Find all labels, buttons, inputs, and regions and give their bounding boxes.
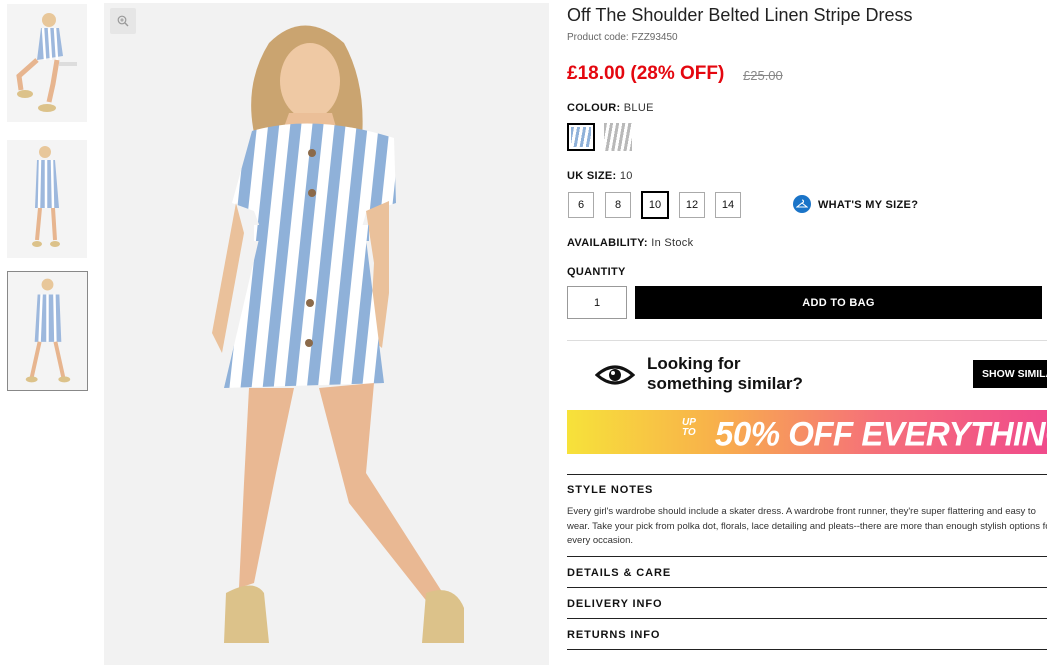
- product-info-panel: Off The Shoulder Belted Linen Stripe Dre…: [567, 0, 1047, 665]
- colour-value: BLUE: [623, 102, 654, 114]
- swatch-blue[interactable]: [567, 123, 595, 151]
- hanger-icon[interactable]: [793, 195, 811, 213]
- add-to-bag-button[interactable]: ADD TO BAG: [635, 286, 1042, 319]
- thumbnail-1[interactable]: [7, 4, 87, 122]
- size-label-text: UK SIZE:: [567, 170, 617, 182]
- model-photo: [104, 3, 549, 665]
- eye-icon: [595, 365, 635, 385]
- divider: [567, 587, 1047, 588]
- sale-price: £18.00 (28% OFF): [567, 63, 725, 84]
- size-option-10[interactable]: 10: [641, 191, 669, 219]
- show-similar-button[interactable]: SHOW SIMILAR: [973, 360, 1047, 388]
- colour-label-text: COLOUR:: [567, 102, 621, 114]
- availability: AVAILABILITY: In Stock: [567, 237, 693, 249]
- thumbnail-image: [7, 140, 87, 258]
- size-option-8[interactable]: 8: [605, 192, 631, 218]
- divider: [567, 618, 1047, 619]
- thumbnail-3[interactable]: [7, 271, 88, 391]
- swatch-blue-image: [571, 127, 591, 147]
- quantity-label: QUANTITY: [567, 266, 626, 278]
- delivery-info-heading[interactable]: DELIVERY INFO: [567, 598, 662, 610]
- product-code: Product code: FZZ93450: [567, 32, 678, 43]
- size-option-12[interactable]: 12: [679, 192, 705, 218]
- returns-info-heading[interactable]: RETURNS INFO: [567, 629, 660, 641]
- thumbnail-image: [7, 4, 87, 122]
- magnifier-icon: [117, 15, 129, 27]
- size-label: UK SIZE: 10: [567, 170, 633, 182]
- promo-banner[interactable]: UP TO 50% OFF EVERYTHING!: [567, 410, 1047, 454]
- quantity-label-text: QUANTITY: [567, 266, 626, 278]
- divider: [567, 649, 1047, 650]
- similar-line-1: Looking for: [647, 354, 741, 373]
- banner-upto: UP TO: [682, 418, 696, 438]
- size-option-6[interactable]: 6: [568, 192, 594, 218]
- similar-line-2: something similar?: [647, 374, 803, 393]
- quantity-input[interactable]: 1: [567, 286, 627, 319]
- divider: [567, 474, 1047, 475]
- availability-label: AVAILABILITY:: [567, 237, 648, 249]
- hanger-glyph: [796, 199, 808, 208]
- style-notes-text: Every girl's wardrobe should include a s…: [567, 506, 1047, 546]
- original-price: £25.00: [743, 68, 783, 83]
- swatch-grey-image: [604, 123, 632, 151]
- product-title: Off The Shoulder Belted Linen Stripe Dre…: [567, 5, 913, 25]
- zoom-button[interactable]: [110, 8, 136, 34]
- whats-my-size-link[interactable]: WHAT'S MY SIZE?: [818, 199, 918, 211]
- banner-text: 50% OFF EVERYTHING!: [715, 414, 1047, 453]
- thumbnail-2[interactable]: [7, 140, 87, 258]
- swatch-grey[interactable]: [604, 123, 632, 151]
- banner-upto-line-2: TO: [682, 427, 696, 438]
- colour-label: COLOUR: BLUE: [567, 102, 654, 114]
- divider: [567, 340, 1047, 341]
- availability-value: In Stock: [651, 237, 694, 249]
- thumbnail-image: [8, 272, 87, 390]
- similar-prompt: Looking for something similar?: [647, 354, 803, 394]
- size-option-14[interactable]: 14: [715, 192, 741, 218]
- style-notes-heading[interactable]: STYLE NOTES: [567, 484, 653, 496]
- main-product-image[interactable]: [104, 3, 549, 665]
- divider: [567, 556, 1047, 557]
- details-care-heading[interactable]: DETAILS & CARE: [567, 567, 671, 579]
- size-value: 10: [619, 170, 633, 182]
